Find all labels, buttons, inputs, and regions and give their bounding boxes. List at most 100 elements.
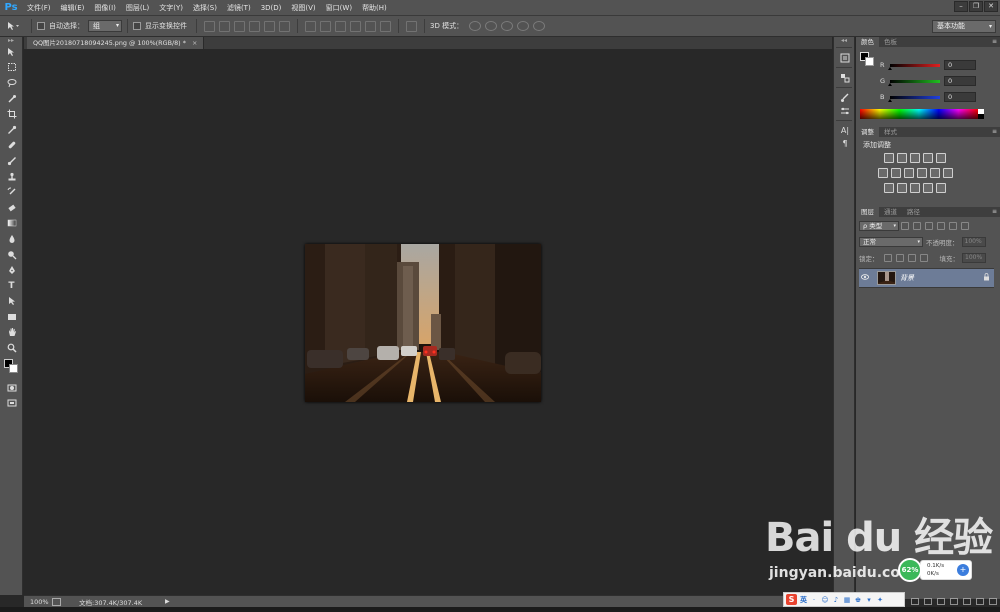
channel-mixer-icon[interactable] bbox=[930, 168, 940, 178]
lock-image-icon[interactable] bbox=[895, 254, 904, 262]
quick-select-tool-icon[interactable] bbox=[0, 91, 23, 107]
tab-styles[interactable]: 样式 bbox=[879, 127, 902, 137]
posterize-icon[interactable] bbox=[897, 183, 907, 193]
show-transform-checkbox[interactable] bbox=[133, 22, 141, 30]
filter-pixel-icon[interactable] bbox=[901, 222, 909, 230]
new-group-icon[interactable] bbox=[963, 598, 971, 605]
filter-toggle-icon[interactable] bbox=[961, 222, 969, 230]
delete-layer-icon[interactable] bbox=[989, 598, 997, 605]
distribute-vcenter-icon[interactable] bbox=[320, 20, 331, 32]
gradient-map-icon[interactable] bbox=[936, 183, 946, 193]
menu-window[interactable]: 窗口(W) bbox=[321, 0, 357, 16]
lock-position-icon[interactable] bbox=[907, 254, 916, 262]
auto-select-checkbox[interactable] bbox=[37, 22, 45, 30]
eraser-tool-icon[interactable] bbox=[0, 200, 23, 216]
tool-presets-icon[interactable] bbox=[834, 104, 856, 117]
hue-saturation-icon[interactable] bbox=[878, 168, 888, 178]
ime-shirt-icon[interactable]: ▾ bbox=[865, 596, 873, 604]
tab-color[interactable]: 颜色 bbox=[856, 37, 879, 47]
3d-scale-icon[interactable] bbox=[533, 21, 546, 31]
slider-thumb[interactable] bbox=[888, 82, 892, 86]
ime-tools-icon[interactable]: ✦ bbox=[876, 596, 884, 604]
brightness-icon[interactable] bbox=[884, 153, 894, 163]
move-tool-preset-icon[interactable] bbox=[0, 19, 26, 33]
photo-filter-icon[interactable] bbox=[917, 168, 927, 178]
filter-type-icon[interactable] bbox=[925, 222, 933, 230]
network-speed-widget[interactable]: 0.1K/s 0K/s + 62% bbox=[898, 558, 973, 583]
clone-stamp-tool-icon[interactable] bbox=[0, 169, 23, 185]
minimize-button[interactable]: – bbox=[954, 1, 968, 12]
ime-punctuation-icon[interactable]: · bbox=[810, 596, 818, 604]
color-spectrum[interactable] bbox=[860, 109, 978, 119]
tab-adjustments[interactable]: 调整 bbox=[856, 127, 879, 137]
gradient-tool-icon[interactable] bbox=[0, 216, 23, 232]
layer-filter-dropdown[interactable]: ρ 类型 bbox=[859, 221, 899, 231]
document-tab[interactable]: QQ图片20180718094245.png @ 100%(RGB/8) * × bbox=[27, 37, 205, 49]
close-tab-icon[interactable]: × bbox=[192, 39, 197, 47]
align-right-icon[interactable] bbox=[279, 20, 290, 32]
black-white-icon[interactable] bbox=[904, 168, 914, 178]
sogou-logo-icon[interactable]: S bbox=[786, 594, 797, 605]
align-bottom-icon[interactable] bbox=[234, 20, 245, 32]
blend-mode-dropdown[interactable]: 正常 bbox=[859, 237, 923, 247]
close-button[interactable]: ✕ bbox=[984, 1, 998, 12]
menu-help[interactable]: 帮助(H) bbox=[357, 0, 392, 16]
quick-mask-icon[interactable] bbox=[0, 380, 23, 396]
bg-color-chip[interactable] bbox=[865, 57, 874, 66]
ime-voice-icon[interactable]: ♪ bbox=[832, 596, 840, 604]
distribute-hcenter-icon[interactable] bbox=[365, 20, 376, 32]
hand-tool-icon[interactable] bbox=[0, 325, 23, 341]
workspace-dropdown[interactable]: 基本功能 bbox=[932, 20, 996, 33]
panel-menu-icon[interactable]: ≡ bbox=[992, 127, 997, 137]
color-swatches[interactable] bbox=[0, 356, 23, 380]
opacity-input[interactable]: 100% bbox=[961, 237, 986, 247]
tab-channels[interactable]: 通道 bbox=[879, 207, 902, 217]
distribute-right-icon[interactable] bbox=[380, 20, 391, 32]
link-layers-icon[interactable] bbox=[911, 598, 919, 605]
background-color-swatch[interactable] bbox=[9, 363, 18, 373]
menu-file[interactable]: 文件(F) bbox=[22, 0, 56, 16]
invert-icon[interactable] bbox=[884, 183, 894, 193]
move-tool-icon[interactable] bbox=[0, 44, 23, 60]
exposure-icon[interactable] bbox=[923, 153, 933, 163]
red-slider[interactable] bbox=[888, 63, 940, 70]
color-balance-icon[interactable] bbox=[891, 168, 901, 178]
3d-pan-icon[interactable] bbox=[501, 21, 514, 31]
menu-filter[interactable]: 滤镜(T) bbox=[222, 0, 256, 16]
auto-select-dropdown[interactable]: 组 bbox=[88, 20, 122, 32]
paragraph-panel-icon[interactable]: ¶ bbox=[834, 137, 856, 150]
menu-view[interactable]: 视图(V) bbox=[286, 0, 320, 16]
dodge-tool-icon[interactable] bbox=[0, 247, 23, 263]
green-value[interactable]: 0 bbox=[944, 76, 976, 86]
vibrance-icon[interactable] bbox=[936, 153, 946, 163]
align-vcenter-icon[interactable] bbox=[219, 20, 230, 32]
lock-transparent-icon[interactable] bbox=[883, 254, 892, 262]
align-hcenter-icon[interactable] bbox=[264, 20, 275, 32]
crop-tool-icon[interactable] bbox=[0, 106, 23, 122]
align-top-icon[interactable] bbox=[204, 20, 215, 32]
status-info-icon[interactable] bbox=[52, 597, 61, 606]
brush-tool-icon[interactable] bbox=[0, 153, 23, 169]
strip-grip[interactable]: ◂◂ bbox=[834, 37, 854, 44]
brush-presets-icon[interactable] bbox=[834, 91, 856, 104]
menu-image[interactable]: 图像(I) bbox=[89, 0, 121, 16]
spectrum-white-black[interactable] bbox=[978, 109, 984, 119]
new-adjustment-icon[interactable] bbox=[950, 598, 958, 605]
ime-skin-icon[interactable]: ♚ bbox=[854, 596, 862, 604]
document-image[interactable] bbox=[305, 244, 541, 402]
menu-type[interactable]: 文字(Y) bbox=[154, 0, 188, 16]
ime-keyboard-icon[interactable]: ▦ bbox=[843, 596, 851, 604]
blue-slider[interactable] bbox=[888, 95, 940, 102]
status-menu-arrow-icon[interactable]: ▶ bbox=[165, 598, 170, 605]
threshold-icon[interactable] bbox=[910, 183, 920, 193]
curves-icon[interactable] bbox=[910, 153, 920, 163]
visibility-eye-icon[interactable] bbox=[859, 274, 871, 282]
tab-paths[interactable]: 路径 bbox=[902, 207, 925, 217]
history-panel-icon[interactable] bbox=[834, 51, 856, 64]
3d-rotate-icon[interactable] bbox=[469, 21, 482, 31]
panel-menu-icon[interactable]: ≡ bbox=[992, 37, 997, 47]
lasso-tool-icon[interactable] bbox=[0, 75, 23, 91]
history-brush-tool-icon[interactable] bbox=[0, 184, 23, 200]
3d-roll-icon[interactable] bbox=[485, 21, 498, 31]
color-fg-bg-icon[interactable] bbox=[860, 52, 874, 66]
